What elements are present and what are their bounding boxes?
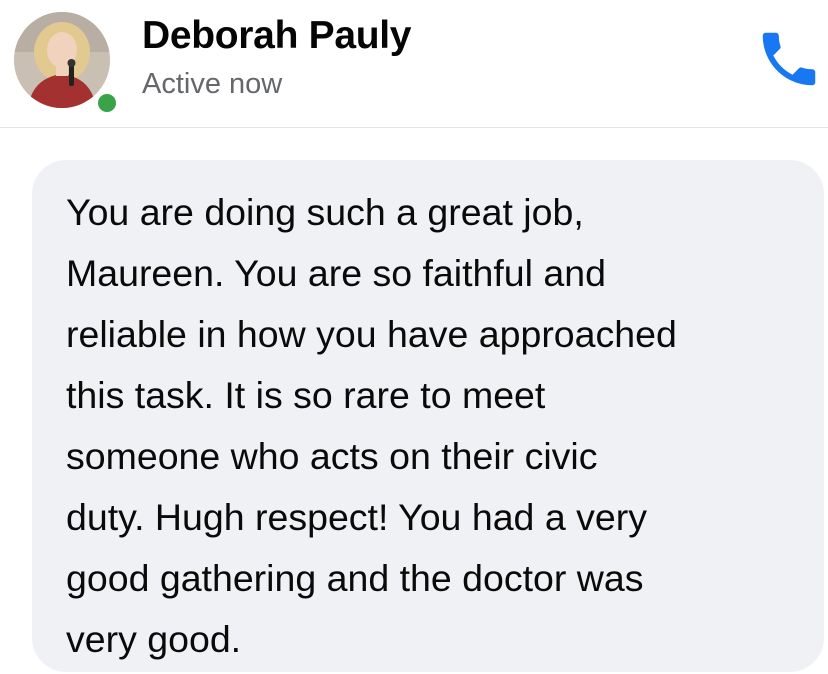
message-line: reliable in how you have approached <box>66 313 677 355</box>
chat-screen: Deborah Pauly Active now You are doing s… <box>0 0 828 674</box>
message-line: Maureen. You are so faithful and <box>66 252 606 294</box>
message-line: this task. It is so rare to meet <box>66 374 546 416</box>
message-line: duty. Hugh respect! You had a very <box>66 496 647 538</box>
contact-name[interactable]: Deborah Pauly <box>142 14 411 58</box>
chat-header: Deborah Pauly Active now <box>0 0 828 128</box>
contact-status: Active now <box>142 68 283 100</box>
call-button[interactable] <box>754 24 824 94</box>
message-line: You are doing such a great job, <box>66 191 584 233</box>
message-text: You are doing such a great job, Maureen.… <box>66 182 794 670</box>
message-bubble[interactable]: You are doing such a great job, Maureen.… <box>32 160 824 672</box>
online-status-dot <box>94 90 120 116</box>
avatar-photo <box>14 12 110 108</box>
contact-avatar[interactable] <box>14 12 120 116</box>
message-line: someone who acts on their civic <box>66 435 598 477</box>
message-line: very good. <box>66 618 242 660</box>
phone-icon <box>762 32 816 86</box>
message-line: good gathering and the doctor was <box>66 557 644 599</box>
